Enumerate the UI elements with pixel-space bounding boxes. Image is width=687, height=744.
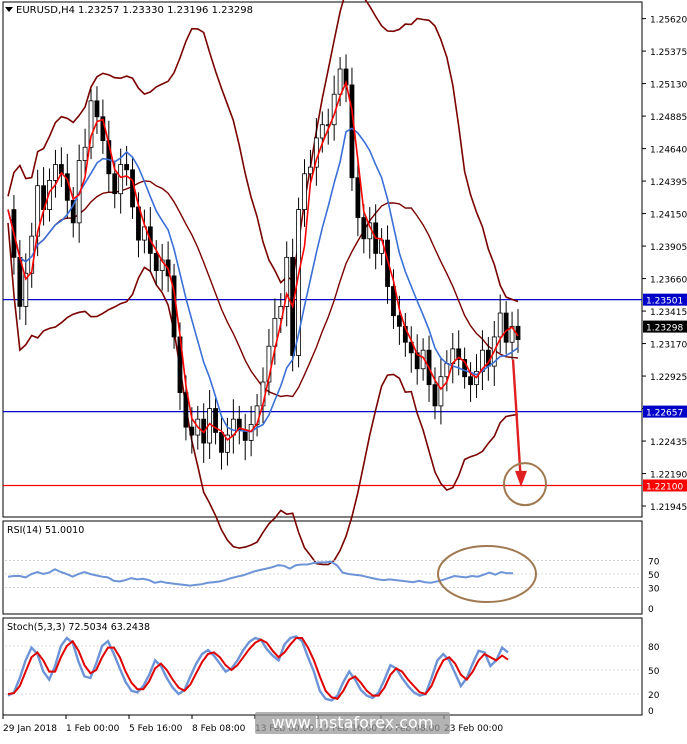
chart-root: 1.25620 1.25375 1.25130 1.24885 1.24640 1.243… [0,0,687,740]
candle-body [124,164,130,171]
candle-body [438,376,444,407]
level-price-label: 1.22657 [646,409,683,419]
ohlc-values: 1.23257 1.23330 1.23196 1.23298 [78,5,253,16]
rsi-tick-label: 70 [648,557,660,567]
candle-body [112,173,118,195]
price-tick-label: 1.22925 [650,373,687,383]
stoch-title: Stoch(5,3,3) 72.5034 63.2438 [7,622,150,633]
current-price-label: 1.23298 [646,324,683,334]
price-tick-label: 1.23660 [650,276,687,286]
candle-body [153,252,159,272]
candle-body [118,164,124,195]
price-tick-label: 1.22435 [650,438,687,448]
candle-body [82,146,88,161]
rsi-title: RSI(14) 51.0010 [7,525,84,536]
stoch-tick-label: 0 [648,707,654,717]
candle-body [308,166,313,175]
rsi-tick-label: 30 [648,585,660,595]
stoch-tick-label: 20 [648,691,660,701]
candle-body [189,426,195,436]
time-tick-label: 8 Feb 08:00 [192,724,246,734]
rsi-tick-label: 0 [648,605,654,615]
candle-body [497,312,503,338]
candle-body [302,173,307,211]
price-tick-label: 1.23170 [650,341,687,351]
candle-body [94,100,100,118]
time-tick-label: 5 Feb 16:00 [129,724,183,734]
candle-body [468,376,473,386]
candle-body [396,315,402,327]
watermark: www.instaforex.com [255,712,450,734]
time-tick-label: 23 Feb 00:00 [444,724,503,734]
price-tick-label: 1.25130 [650,81,687,91]
candle-body [432,384,438,407]
price-tick-label: 1.25620 [650,16,687,26]
symbol-timeframe: EURUSD,H4 [16,5,75,16]
candle-body [53,164,58,181]
price-tick-label: 1.24885 [650,113,687,123]
candle-body [219,432,224,453]
candle-body [503,312,509,343]
price-tick-label: 1.25375 [650,48,687,58]
candle-body [349,84,355,179]
price-tick-label: 1.22190 [650,471,687,481]
price-tick-label: 1.23415 [650,308,687,318]
candle-body [444,363,450,378]
candle-body [361,217,367,240]
rsi-tick-label: 50 [648,571,660,581]
time-tick-label: 1 Feb 00:00 [66,724,120,734]
price-tick-label: 1.24640 [650,146,687,156]
level-price-label: 1.22100 [646,482,683,492]
chart-svg: 1.25620 1.25375 1.25130 1.24885 1.24640 1.243… [0,0,687,740]
price-tick-label: 1.23905 [650,243,687,253]
candle-body [337,68,343,95]
level-price-label: 1.23501 [646,297,683,307]
time-tick-label: 29 Jan 2018 [3,724,57,734]
candle-body [355,177,361,218]
price-tick-label: 1.24150 [650,211,687,221]
price-tick-label: 1.24395 [650,178,687,188]
stoch-tick-label: 50 [648,667,660,677]
stoch-tick-label: 80 [648,643,660,653]
candle-body [319,124,325,139]
price-tick-label: 1.21945 [650,503,687,513]
